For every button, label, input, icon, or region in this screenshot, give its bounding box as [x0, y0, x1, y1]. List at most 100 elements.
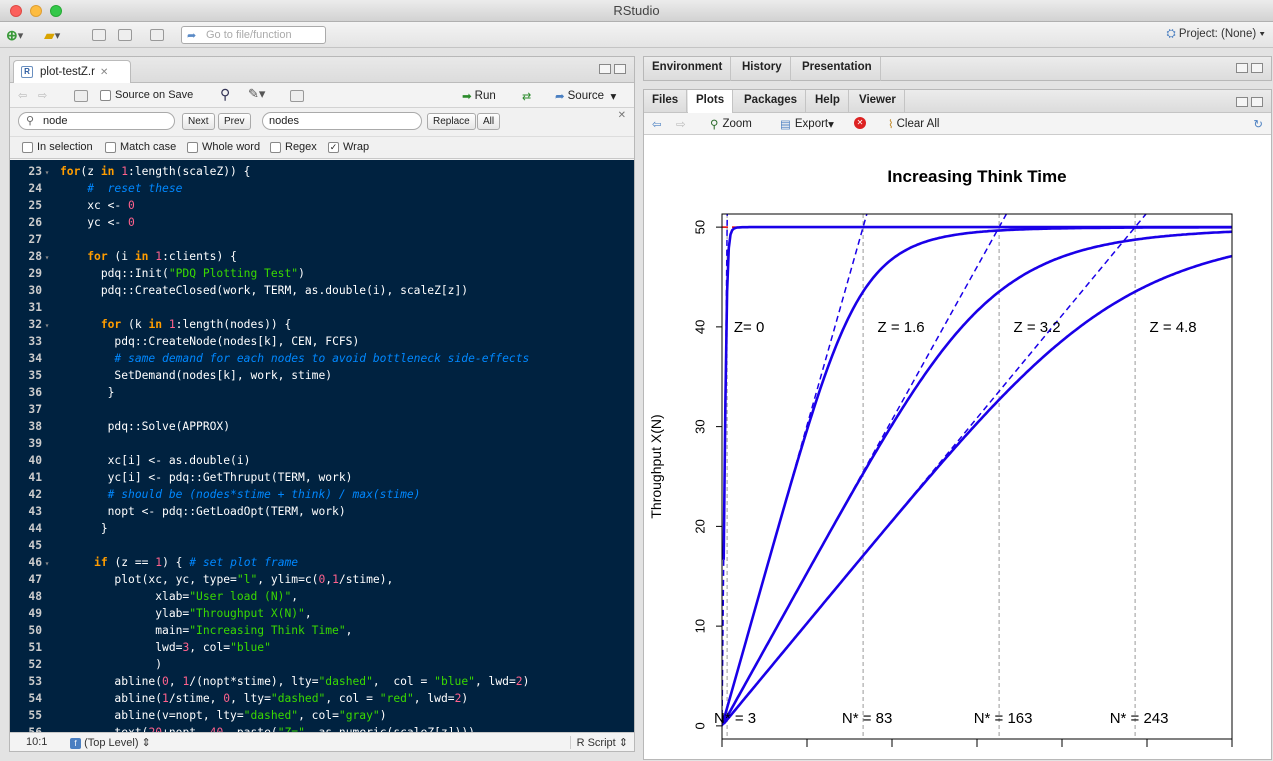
code-line[interactable]: 53 abline(0, 1/(nopt*stime), lty="dashed…	[10, 673, 634, 690]
tab-presentation[interactable]: Presentation	[794, 57, 881, 81]
code-tools-button[interactable]: ✎ ▾	[248, 86, 265, 102]
find-next-button[interactable]: Next	[182, 113, 215, 130]
maximize-pane-icon[interactable]	[614, 64, 626, 74]
code-line[interactable]: 28 ▾ for (i in 1:clients) {	[10, 248, 634, 265]
tab-files[interactable]: Files	[644, 90, 688, 114]
tab-history[interactable]: History	[734, 57, 791, 81]
tab-environment[interactable]: Environment	[644, 57, 732, 81]
find-prev-button[interactable]: Prev	[218, 113, 251, 130]
restore-pane-icon[interactable]	[1236, 63, 1248, 73]
export-button[interactable]: ▤ Export ▾	[780, 117, 834, 131]
regex-checkbox[interactable]: Regex	[270, 141, 317, 153]
code-line[interactable]: 38 pdq::Solve(APPROX)	[10, 418, 634, 435]
find-input[interactable]: ⚲ node	[18, 112, 175, 130]
code-line[interactable]: 39	[10, 435, 634, 452]
code-text: abline(0, 1/(nopt*stime), lty="dashed", …	[114, 675, 530, 688]
code-line[interactable]: 31	[10, 299, 634, 316]
remove-plot-button[interactable]: ✕	[854, 117, 866, 129]
minimize-window-button[interactable]	[30, 5, 42, 17]
code-line[interactable]: 24 # reset these	[10, 180, 634, 197]
match-case-checkbox[interactable]: Match case	[105, 141, 176, 153]
run-button[interactable]: ➡ Run	[462, 88, 496, 104]
tab-viewer[interactable]: Viewer	[851, 90, 905, 114]
code-line[interactable]: 42 # should be (nodes*stime + think) / m…	[10, 486, 634, 503]
code-line[interactable]: 30 pdq::CreateClosed(work, TERM, as.doub…	[10, 282, 634, 299]
fold-toggle-icon[interactable]: ▾	[42, 317, 52, 334]
clear-all-button[interactable]: ⌇ Clear All	[888, 117, 939, 131]
line-number: 52	[28, 658, 42, 671]
close-tab-icon[interactable]: ✕	[100, 67, 108, 78]
tab-plots[interactable]: Plots	[688, 90, 734, 113]
tab-packages[interactable]: Packages	[736, 90, 807, 114]
close-find-icon[interactable]: ✕	[618, 110, 626, 121]
goto-file-input[interactable]: ➦ Go to file/function	[181, 26, 326, 44]
in-selection-checkbox[interactable]: In selection	[22, 141, 93, 153]
code-line[interactable]: 49 ylab="Throughput X(N)",	[10, 605, 634, 622]
prev-plot-icon[interactable]: ⇦	[652, 117, 662, 131]
next-plot-icon[interactable]: ⇨	[676, 117, 686, 131]
code-line[interactable]: 54 abline(1/stime, 0, lty="dashed", col …	[10, 690, 634, 707]
maximize-pane-icon[interactable]	[1251, 63, 1263, 73]
code-line[interactable]: 36 }	[10, 384, 634, 401]
print-button[interactable]	[150, 27, 164, 43]
open-file-button[interactable]: ▰ ▾	[44, 27, 60, 43]
scope-selector[interactable]: f (Top Level) ⇕	[70, 736, 151, 749]
fold-toggle-icon[interactable]: ▾	[42, 555, 52, 572]
refresh-icon[interactable]: ↻	[1253, 117, 1263, 131]
editor-window-controls[interactable]	[599, 64, 626, 74]
code-line[interactable]: 52 )	[10, 656, 634, 673]
save-button[interactable]	[92, 27, 106, 43]
filetype-selector[interactable]: R Script ⇕	[569, 736, 628, 749]
env-window-controls[interactable]	[1236, 63, 1263, 73]
tab-plot-testZ[interactable]: R plot-testZ.r ✕	[13, 60, 131, 83]
tab-help[interactable]: Help	[807, 90, 849, 114]
zoom-window-button[interactable]	[50, 5, 62, 17]
code-line[interactable]: 25 xc <- 0	[10, 197, 634, 214]
zoom-button[interactable]: ⚲ Zoom	[710, 117, 752, 131]
code-line[interactable]: 29 pdq::Init("PDQ Plotting Test")	[10, 265, 634, 282]
code-area[interactable]: 23 ▾ for(z in 1:length(scaleZ)) {24 # rese…	[10, 160, 634, 733]
replace-all-button[interactable]: All	[477, 113, 501, 130]
save-all-button[interactable]	[118, 27, 132, 43]
minimize-pane-icon[interactable]	[599, 64, 611, 74]
code-line[interactable]: 34 # same demand for each nodes to avoid…	[10, 350, 634, 367]
code-line[interactable]: 46 ▾ if (z == 1) { # set plot frame	[10, 554, 634, 571]
code-line[interactable]: 50 main="Increasing Think Time",	[10, 622, 634, 639]
replace-button[interactable]: Replace	[427, 113, 476, 130]
code-line[interactable]: 33 pdq::CreateNode(nodes[k], CEN, FCFS)	[10, 333, 634, 350]
code-line[interactable]: 41 yc[i] <- pdq::GetThruput(TERM, work)	[10, 469, 634, 486]
code-line[interactable]: 35 SetDemand(nodes[k], work, stime)	[10, 367, 634, 384]
code-line[interactable]: 23 ▾ for(z in 1:length(scaleZ)) {	[10, 163, 634, 180]
back-arrow-icon[interactable]: ⇦	[18, 87, 27, 103]
rerun-button[interactable]: ⇄	[522, 88, 531, 104]
wrap-checkbox[interactable]: ✓ Wrap	[328, 141, 369, 153]
fold-toggle-icon[interactable]: ▾	[42, 164, 52, 181]
code-line[interactable]: 37	[10, 401, 634, 418]
code-line[interactable]: 44 }	[10, 520, 634, 537]
code-line[interactable]: 27	[10, 231, 634, 248]
source-on-save-checkbox[interactable]: Source on Save	[100, 89, 193, 101]
whole-word-checkbox[interactable]: Whole word	[187, 141, 260, 153]
new-file-button[interactable]: ⊕ ▾	[6, 27, 23, 43]
replace-input[interactable]: nodes	[262, 112, 422, 130]
plots-window-controls[interactable]	[1236, 97, 1263, 107]
editor-save-button[interactable]	[74, 88, 88, 104]
code-line[interactable]: 40 xc[i] <- as.double(i)	[10, 452, 634, 469]
code-line[interactable]: 47 plot(xc, yc, type="l", ylim=c(0,1/sti…	[10, 571, 634, 588]
maximize-pane-icon[interactable]	[1251, 97, 1263, 107]
minimize-pane-icon[interactable]	[1236, 97, 1248, 107]
code-line[interactable]: 51 lwd=3, col="blue"	[10, 639, 634, 656]
outline-button[interactable]	[290, 88, 304, 104]
close-window-button[interactable]	[10, 5, 22, 17]
code-line[interactable]: 45	[10, 537, 634, 554]
find-replace-button[interactable]: ⚲	[220, 86, 230, 102]
forward-arrow-icon[interactable]: ⇨	[38, 87, 47, 103]
code-line[interactable]: 55 abline(v=nopt, lty="dashed", col="gra…	[10, 707, 634, 724]
code-line[interactable]: 32 ▾ for (k in 1:length(nodes)) {	[10, 316, 634, 333]
project-menu[interactable]: ⛭ Project: (None) ▾	[1166, 28, 1265, 41]
code-line[interactable]: 26 yc <- 0	[10, 214, 634, 231]
source-button[interactable]: ➦ Source ▾	[555, 88, 616, 104]
code-line[interactable]: 48 xlab="User load (N)",	[10, 588, 634, 605]
fold-toggle-icon[interactable]: ▾	[42, 249, 52, 266]
code-line[interactable]: 43 nopt <- pdq::GetLoadOpt(TERM, work)	[10, 503, 634, 520]
